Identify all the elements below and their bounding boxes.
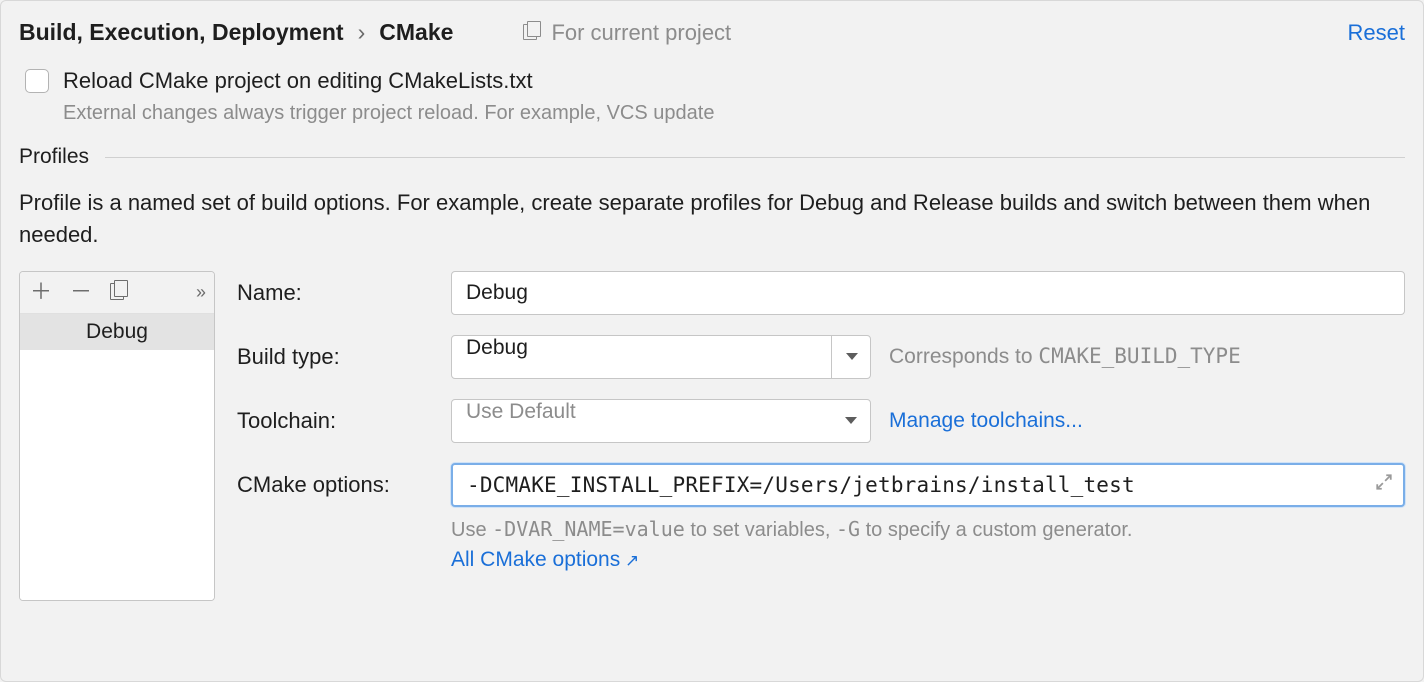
name-row: Name: <box>237 271 1405 315</box>
breadcrumb-separator: › <box>358 19 366 46</box>
build-type-hint: Corresponds to CMAKE_BUILD_TYPE <box>889 344 1241 369</box>
profile-list-empty-area <box>20 350 214 600</box>
profiles-title: Profiles <box>19 145 89 169</box>
profile-item-debug[interactable]: Debug <box>20 314 214 350</box>
profiles-section-header: Profiles <box>19 145 1405 169</box>
profile-list: ＋ － ›› Debug <box>19 271 215 601</box>
toolchain-value: Use Default <box>451 399 871 443</box>
name-label: Name: <box>237 280 433 306</box>
more-icon: ›› <box>196 282 204 302</box>
reload-checkbox-label: Reload CMake project on editing CMakeLis… <box>63 68 533 94</box>
add-profile-button[interactable]: ＋ <box>30 281 52 303</box>
minus-icon: － <box>70 281 92 303</box>
breadcrumb-parent: Build, Execution, Deployment <box>19 19 344 46</box>
divider-line <box>105 157 1405 158</box>
reload-checkbox-row[interactable]: Reload CMake project on editing CMakeLis… <box>25 68 1405 94</box>
cmake-options-below: Use -DVAR_NAME=value to set variables, -… <box>451 517 1405 572</box>
project-scope-label: For current project <box>523 20 731 46</box>
profiles-body: ＋ － ›› Debug Name: Build ty <box>19 271 1405 601</box>
reload-hint: External changes always trigger project … <box>63 102 1405 125</box>
toolchain-label: Toolchain: <box>237 408 433 434</box>
copy-profile-button[interactable] <box>110 283 128 301</box>
profile-more-button[interactable]: ›› <box>196 282 204 303</box>
breadcrumb-child: CMake <box>379 19 453 46</box>
plus-icon: ＋ <box>30 281 52 303</box>
cmake-settings-panel: Build, Execution, Deployment › CMake For… <box>0 0 1424 682</box>
build-type-row: Build type: Debug Corresponds to CMAKE_B… <box>237 335 1405 379</box>
expand-icon[interactable] <box>1375 473 1393 497</box>
remove-profile-button[interactable]: － <box>70 281 92 303</box>
project-scope-icon <box>523 24 541 42</box>
manage-toolchains-link[interactable]: Manage toolchains... <box>889 409 1083 433</box>
all-cmake-options-link[interactable]: All CMake options <box>451 548 1405 572</box>
profiles-description: Profile is a named set of build options.… <box>19 187 1405 251</box>
cmake-options-hint: Use -DVAR_NAME=value to set variables, -… <box>451 517 1405 542</box>
toolchain-select[interactable]: Use Default <box>451 399 871 443</box>
project-scope-text: For current project <box>551 20 731 46</box>
profile-form: Name: Build type: Debug Corresponds to C… <box>237 271 1405 601</box>
toolchain-row: Toolchain: Use Default Manage toolchains… <box>237 399 1405 443</box>
reload-checkbox[interactable] <box>25 69 49 93</box>
build-type-select[interactable]: Debug <box>451 335 871 379</box>
breadcrumb: Build, Execution, Deployment › CMake <box>19 19 453 46</box>
cmake-options-input[interactable] <box>451 463 1405 507</box>
cmake-options-label: CMake options: <box>237 472 433 498</box>
header-row: Build, Execution, Deployment › CMake For… <box>19 19 1405 46</box>
reset-link[interactable]: Reset <box>1348 20 1405 46</box>
build-type-label: Build type: <box>237 344 433 370</box>
cmake-options-row: CMake options: <box>237 463 1405 507</box>
name-input[interactable] <box>451 271 1405 315</box>
build-type-value: Debug <box>451 335 871 379</box>
profile-list-toolbar: ＋ － ›› <box>20 272 214 314</box>
